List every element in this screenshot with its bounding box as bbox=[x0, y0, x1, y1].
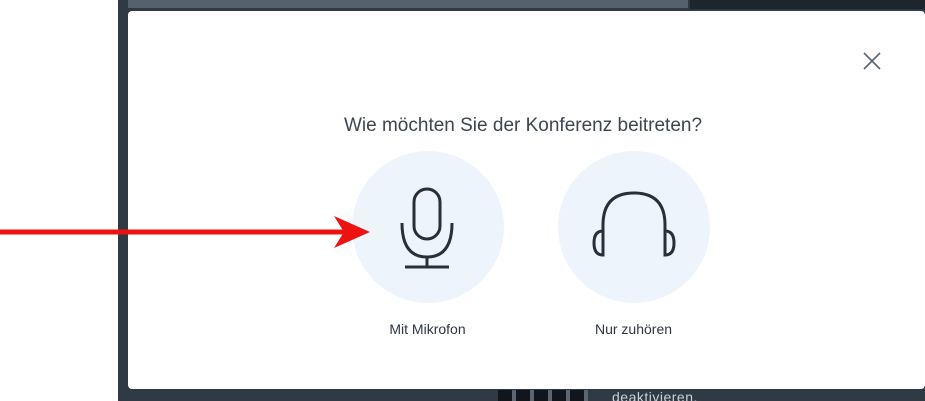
red-arrow-annotation bbox=[0, 216, 370, 248]
join-audio-modal: Wie möchten Sie der Konferenz beitreten?… bbox=[128, 11, 925, 389]
listen-only-circle bbox=[557, 151, 710, 303]
modal-title: Wie möchten Sie der Konferenz beitreten? bbox=[343, 115, 703, 136]
background-top-right-block bbox=[690, 0, 925, 9]
background-top-bar bbox=[128, 0, 688, 8]
screenshot-stage: deaktivieren. Wie möchten Sie der Konfer… bbox=[0, 0, 925, 401]
listen-only-option[interactable]: Nur zuhören bbox=[556, 151, 711, 337]
microphone-option-label: Mit Mikrofon bbox=[389, 321, 466, 337]
background-bottom-text: deaktivieren. bbox=[612, 389, 698, 401]
close-icon bbox=[863, 52, 881, 70]
listen-only-option-label: Nur zuhören bbox=[594, 321, 673, 337]
headphones-icon bbox=[591, 191, 676, 257]
background-bottom-controls bbox=[498, 390, 588, 401]
close-button[interactable] bbox=[860, 49, 884, 73]
